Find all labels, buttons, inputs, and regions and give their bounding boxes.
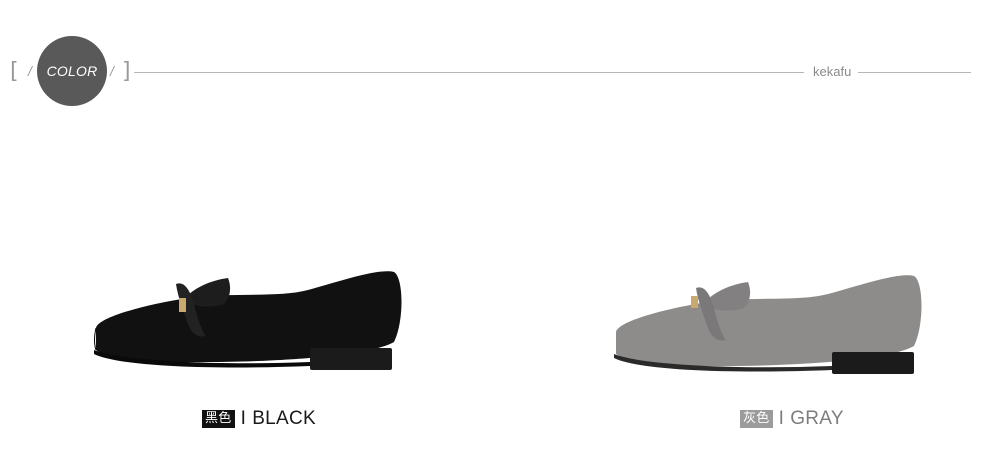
gray-label: GRAY	[790, 408, 844, 429]
black-badge: 黑色	[202, 410, 235, 428]
divider-line	[134, 72, 804, 73]
separator: I	[778, 408, 785, 429]
slash-decoration: /	[110, 63, 114, 79]
color-badge: COLOR	[37, 36, 107, 106]
separator: I	[240, 408, 247, 429]
left-bracket: [	[10, 59, 19, 84]
brand-name: kekafu	[813, 64, 852, 79]
slash-decoration: /	[28, 63, 32, 79]
divider-line-short	[858, 72, 971, 73]
black-caption: 黑色 I BLACK	[202, 408, 316, 430]
color-label: COLOR	[46, 63, 98, 79]
gray-badge: 灰色	[740, 410, 773, 428]
black-label: BLACK	[252, 408, 317, 429]
right-bracket: ]	[122, 59, 131, 84]
gray-caption: 灰色 I GRAY	[740, 408, 844, 430]
header-bar: [ / COLOR / ] kekafu	[0, 0, 990, 130]
black-loafer-image	[94, 271, 402, 370]
gray-loafer-image	[614, 275, 922, 374]
